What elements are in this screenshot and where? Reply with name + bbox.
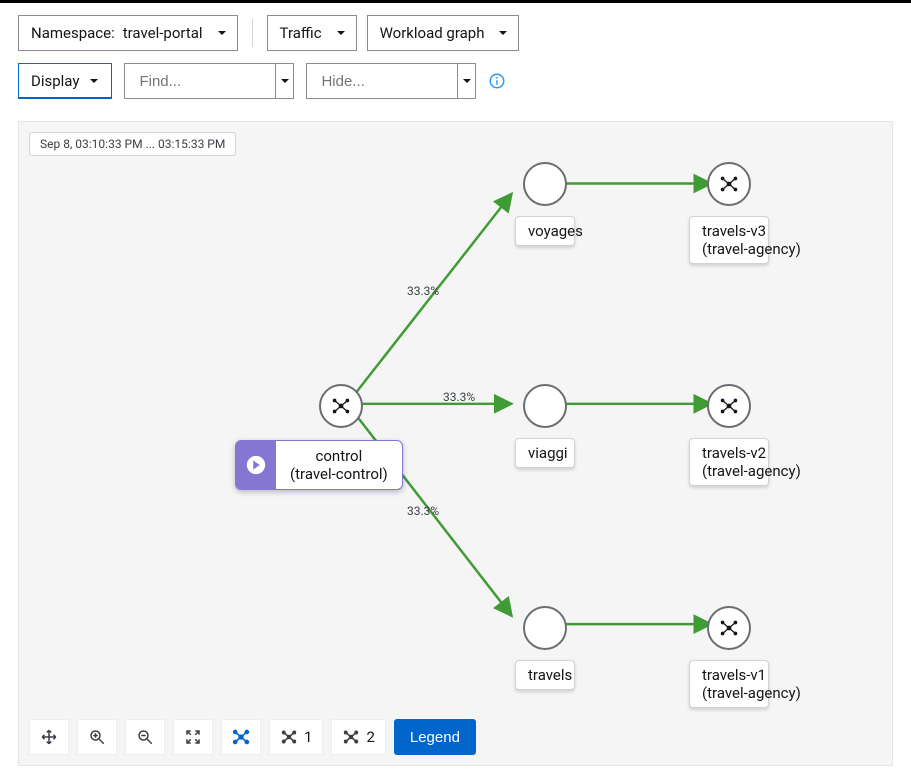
hide-input[interactable]	[306, 63, 476, 99]
chevron-down-icon	[498, 24, 508, 42]
node-control-title: control	[290, 447, 388, 465]
node-travels-v3-subtitle: (travel-agency)	[702, 240, 756, 258]
zoom-in-button[interactable]	[77, 719, 117, 755]
fit-button[interactable]	[173, 719, 213, 755]
graph-type-label: Workload graph	[380, 24, 485, 42]
layout-1-suffix: 1	[304, 728, 312, 746]
node-viaggi-circle	[523, 384, 567, 428]
find-input-field[interactable]	[137, 72, 283, 91]
node-travels-v3[interactable]: travels-v3 (travel-agency)	[689, 162, 769, 264]
node-travels-v1-circle	[707, 606, 751, 650]
layout-2-suffix: 2	[366, 728, 374, 746]
find-input[interactable]	[124, 63, 294, 99]
node-travels-v2-circle	[707, 384, 751, 428]
display-button-label: Display	[31, 72, 79, 90]
graph-canvas[interactable]: Sep 8, 03:10:33 PM ... 03:15:33 PM 33.3%…	[18, 121, 893, 766]
node-voyages[interactable]: voyages	[515, 162, 575, 246]
node-travels-v2-title: travels-v2	[702, 444, 766, 462]
zoom-out-button[interactable]	[125, 719, 165, 755]
node-travels-v3-title: travels-v3	[702, 222, 766, 240]
hide-input-field[interactable]	[319, 72, 465, 91]
node-control-circle[interactable]	[319, 384, 363, 428]
node-viaggi-label: viaggi	[515, 438, 575, 468]
node-travels-v1-title: travels-v1	[702, 666, 766, 684]
layout-default-button[interactable]	[221, 719, 261, 755]
edge-label-control-voyages: 33.3%	[407, 284, 439, 298]
node-travels-v3-label: travels-v3 (travel-agency)	[689, 216, 769, 264]
traffic-entry-icon	[236, 441, 276, 489]
node-label-control[interactable]: control (travel-control)	[235, 440, 403, 490]
namespace-label: Namespace:	[31, 24, 115, 42]
layout-1-button[interactable]: 1	[269, 719, 323, 755]
traffic-label: Traffic	[280, 24, 322, 42]
node-travels-v1-label: travels-v1 (travel-agency)	[689, 660, 769, 708]
node-viaggi[interactable]: viaggi	[515, 384, 575, 468]
node-voyages-label: voyages	[515, 216, 575, 246]
display-button[interactable]: Display	[18, 63, 112, 99]
traffic-selector[interactable]: Traffic	[267, 15, 357, 51]
node-travels-v2[interactable]: travels-v2 (travel-agency)	[689, 384, 769, 486]
node-travels-v2-subtitle: (travel-agency)	[702, 462, 756, 480]
layout-2-button[interactable]: 2	[331, 719, 385, 755]
namespace-selector[interactable]: Namespace: travel-portal	[18, 15, 238, 51]
node-travels[interactable]: travels	[515, 606, 575, 690]
namespace-value: travel-portal	[123, 24, 203, 42]
node-voyages-circle	[523, 162, 567, 206]
graph-type-selector[interactable]: Workload graph	[367, 15, 520, 51]
node-travels-v1[interactable]: travels-v1 (travel-agency)	[689, 606, 769, 708]
node-travels-circle	[523, 606, 567, 650]
chevron-down-icon	[217, 24, 227, 42]
info-icon[interactable]	[488, 72, 506, 90]
drag-button[interactable]	[29, 719, 69, 755]
timestamp-badge: Sep 8, 03:10:33 PM ... 03:15:33 PM	[29, 132, 236, 156]
legend-button[interactable]: Legend	[394, 719, 476, 755]
node-travels-v2-label: travels-v2 (travel-agency)	[689, 438, 769, 486]
node-control-subtitle: (travel-control)	[290, 465, 388, 483]
edge-label-control-viaggi: 33.3%	[443, 390, 475, 404]
node-travels-v3-circle	[707, 162, 751, 206]
divider	[252, 19, 253, 47]
chevron-down-icon	[336, 24, 346, 42]
edge-label-control-travels: 33.3%	[407, 504, 439, 518]
chevron-down-icon	[89, 72, 99, 90]
node-travels-label: travels	[515, 660, 575, 690]
node-travels-v1-subtitle: (travel-agency)	[702, 684, 756, 702]
